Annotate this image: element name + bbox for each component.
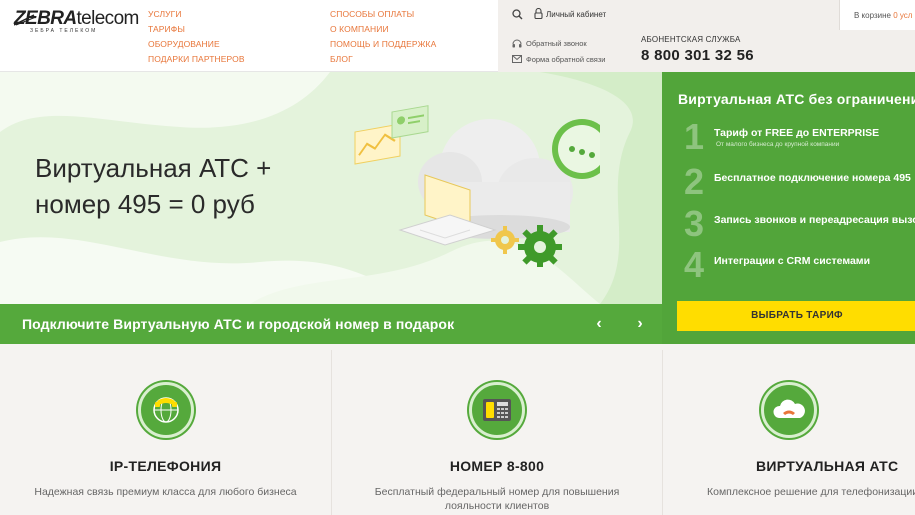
mail-icon <box>512 55 522 63</box>
promo-bar[interactable]: Подключите Виртуальную АТС и городской н… <box>0 304 662 344</box>
nav-link-equipment[interactable]: ОБОРУДОВАНИЕ <box>148 38 245 51</box>
hero-banner: Виртуальная АТС + номер 495 = 0 руб <box>0 72 662 304</box>
service-card-virtual-pbx[interactable]: ВИРТУАЛЬНАЯ АТС Комплексное решение для … <box>662 350 915 515</box>
nav-link-services[interactable]: УСЛУГИ <box>148 8 245 21</box>
nav-link-help[interactable]: ПОМОЩЬ И ПОДДЕРЖКА <box>330 38 436 51</box>
card-description: Бесплатный федеральный номер для повышен… <box>374 486 620 512</box>
site-header: ZEBRAtelecom ЗЕБРА ТЕЛЕКОМ УСЛУГИ ТАРИФЫ… <box>0 0 915 72</box>
slider-prev-icon[interactable]: ‹ <box>590 315 608 333</box>
support-label: АБОНЕНТСКАЯ СЛУЖБА <box>641 35 741 44</box>
support-phone[interactable]: 8 800 301 32 56 <box>641 47 754 64</box>
cart[interactable]: В корзине 0 усл <box>840 0 915 30</box>
service-card-8800[interactable]: НОМЕР 8-800 Бесплатный федеральный номер… <box>331 350 662 515</box>
nav-link-tariffs[interactable]: ТАРИФЫ <box>148 23 245 36</box>
service-card-ip-telephony[interactable]: IP-ТЕЛЕФОНИЯ Надежная связь премиум клас… <box>0 350 331 515</box>
lock-icon <box>534 8 543 19</box>
personal-cabinet-link[interactable]: Личный кабинет <box>546 10 606 19</box>
feature-number: 3 <box>684 203 705 244</box>
header-utility-panel: Личный кабинет В корзине 0 усл Обратный … <box>498 0 915 72</box>
logo-text: ZEBRAtelecom <box>14 8 139 29</box>
slider-next-icon[interactable]: › <box>631 315 649 333</box>
logo-tagline: ЗЕБРА ТЕЛЕКОМ <box>30 28 98 34</box>
header-utility-bar: Личный кабинет В корзине 0 усл <box>498 0 915 30</box>
feature-text: Интеграции с CRM системами <box>714 255 871 267</box>
callback-phone-icon <box>512 39 522 48</box>
feature-number: 4 <box>684 244 705 285</box>
card-title: ВИРТУАЛЬНАЯ АТС <box>756 458 899 474</box>
feature-number: 1 <box>684 116 705 157</box>
card-description: Надежная связь премиум класса для любого… <box>34 486 297 498</box>
feature-text: Тариф от FREE до ENTERPRISE <box>714 127 880 139</box>
nav-link-payment-methods[interactable]: СПОСОБЫ ОПЛАТЫ <box>330 8 436 21</box>
main-nav-primary: УСЛУГИ ТАРИФЫ ОБОРУДОВАНИЕ ПОДАРКИ ПАРТН… <box>148 8 245 66</box>
cart-count: 0 усл <box>893 11 913 20</box>
card-title: IP-ТЕЛЕФОНИЯ <box>109 458 222 474</box>
nav-link-blog[interactable]: БЛОГ <box>330 53 436 66</box>
telephone-icon <box>137 382 194 438</box>
feature-text: Бесплатное подключение номера 495 <box>714 172 911 184</box>
feedback-form-link[interactable]: Форма обратной связи <box>526 55 605 64</box>
desk-phone-icon <box>469 382 525 438</box>
tariff-title: Виртуальная АТС без ограничений <box>678 91 915 107</box>
promo-text: Подключите Виртуальную АТС и городской н… <box>22 316 455 332</box>
callback-link[interactable]: Обратный звонок <box>526 39 587 48</box>
choose-tariff-button[interactable]: ВЫБРАТЬ ТАРИФ <box>677 301 915 331</box>
cart-label: В корзине 0 усл <box>854 11 913 20</box>
feature-text: Запись звонков и переадресация вызовов <box>714 214 915 226</box>
feature-number: 2 <box>684 161 705 202</box>
hero-title: Виртуальная АТС + номер 495 = 0 руб <box>35 153 272 219</box>
cloud-phone-icon <box>761 382 817 438</box>
tariff-panel: Виртуальная АТС без ограничений 1 Тариф … <box>662 72 915 344</box>
nav-link-about[interactable]: О КОМПАНИИ <box>330 23 436 36</box>
card-title: НОМЕР 8-800 <box>449 458 545 474</box>
main-nav-secondary: СПОСОБЫ ОПЛАТЫ О КОМПАНИИ ПОМОЩЬ И ПОДДЕ… <box>330 8 436 66</box>
nav-link-partner-gifts[interactable]: ПОДАРКИ ПАРТНЕРОВ <box>148 53 245 66</box>
service-cards: IP-ТЕЛЕФОНИЯ Надежная связь премиум клас… <box>0 344 915 515</box>
logo[interactable]: ZEBRAtelecom ЗЕБРА ТЕЛЕКОМ <box>14 8 139 36</box>
feature-subtext: От малого бизнеса до крупной компании <box>716 141 840 148</box>
search-icon[interactable] <box>512 9 523 20</box>
cloud-pbx-illustration <box>354 105 600 267</box>
card-description: Комплексное решение для телефонизации <box>707 486 915 498</box>
